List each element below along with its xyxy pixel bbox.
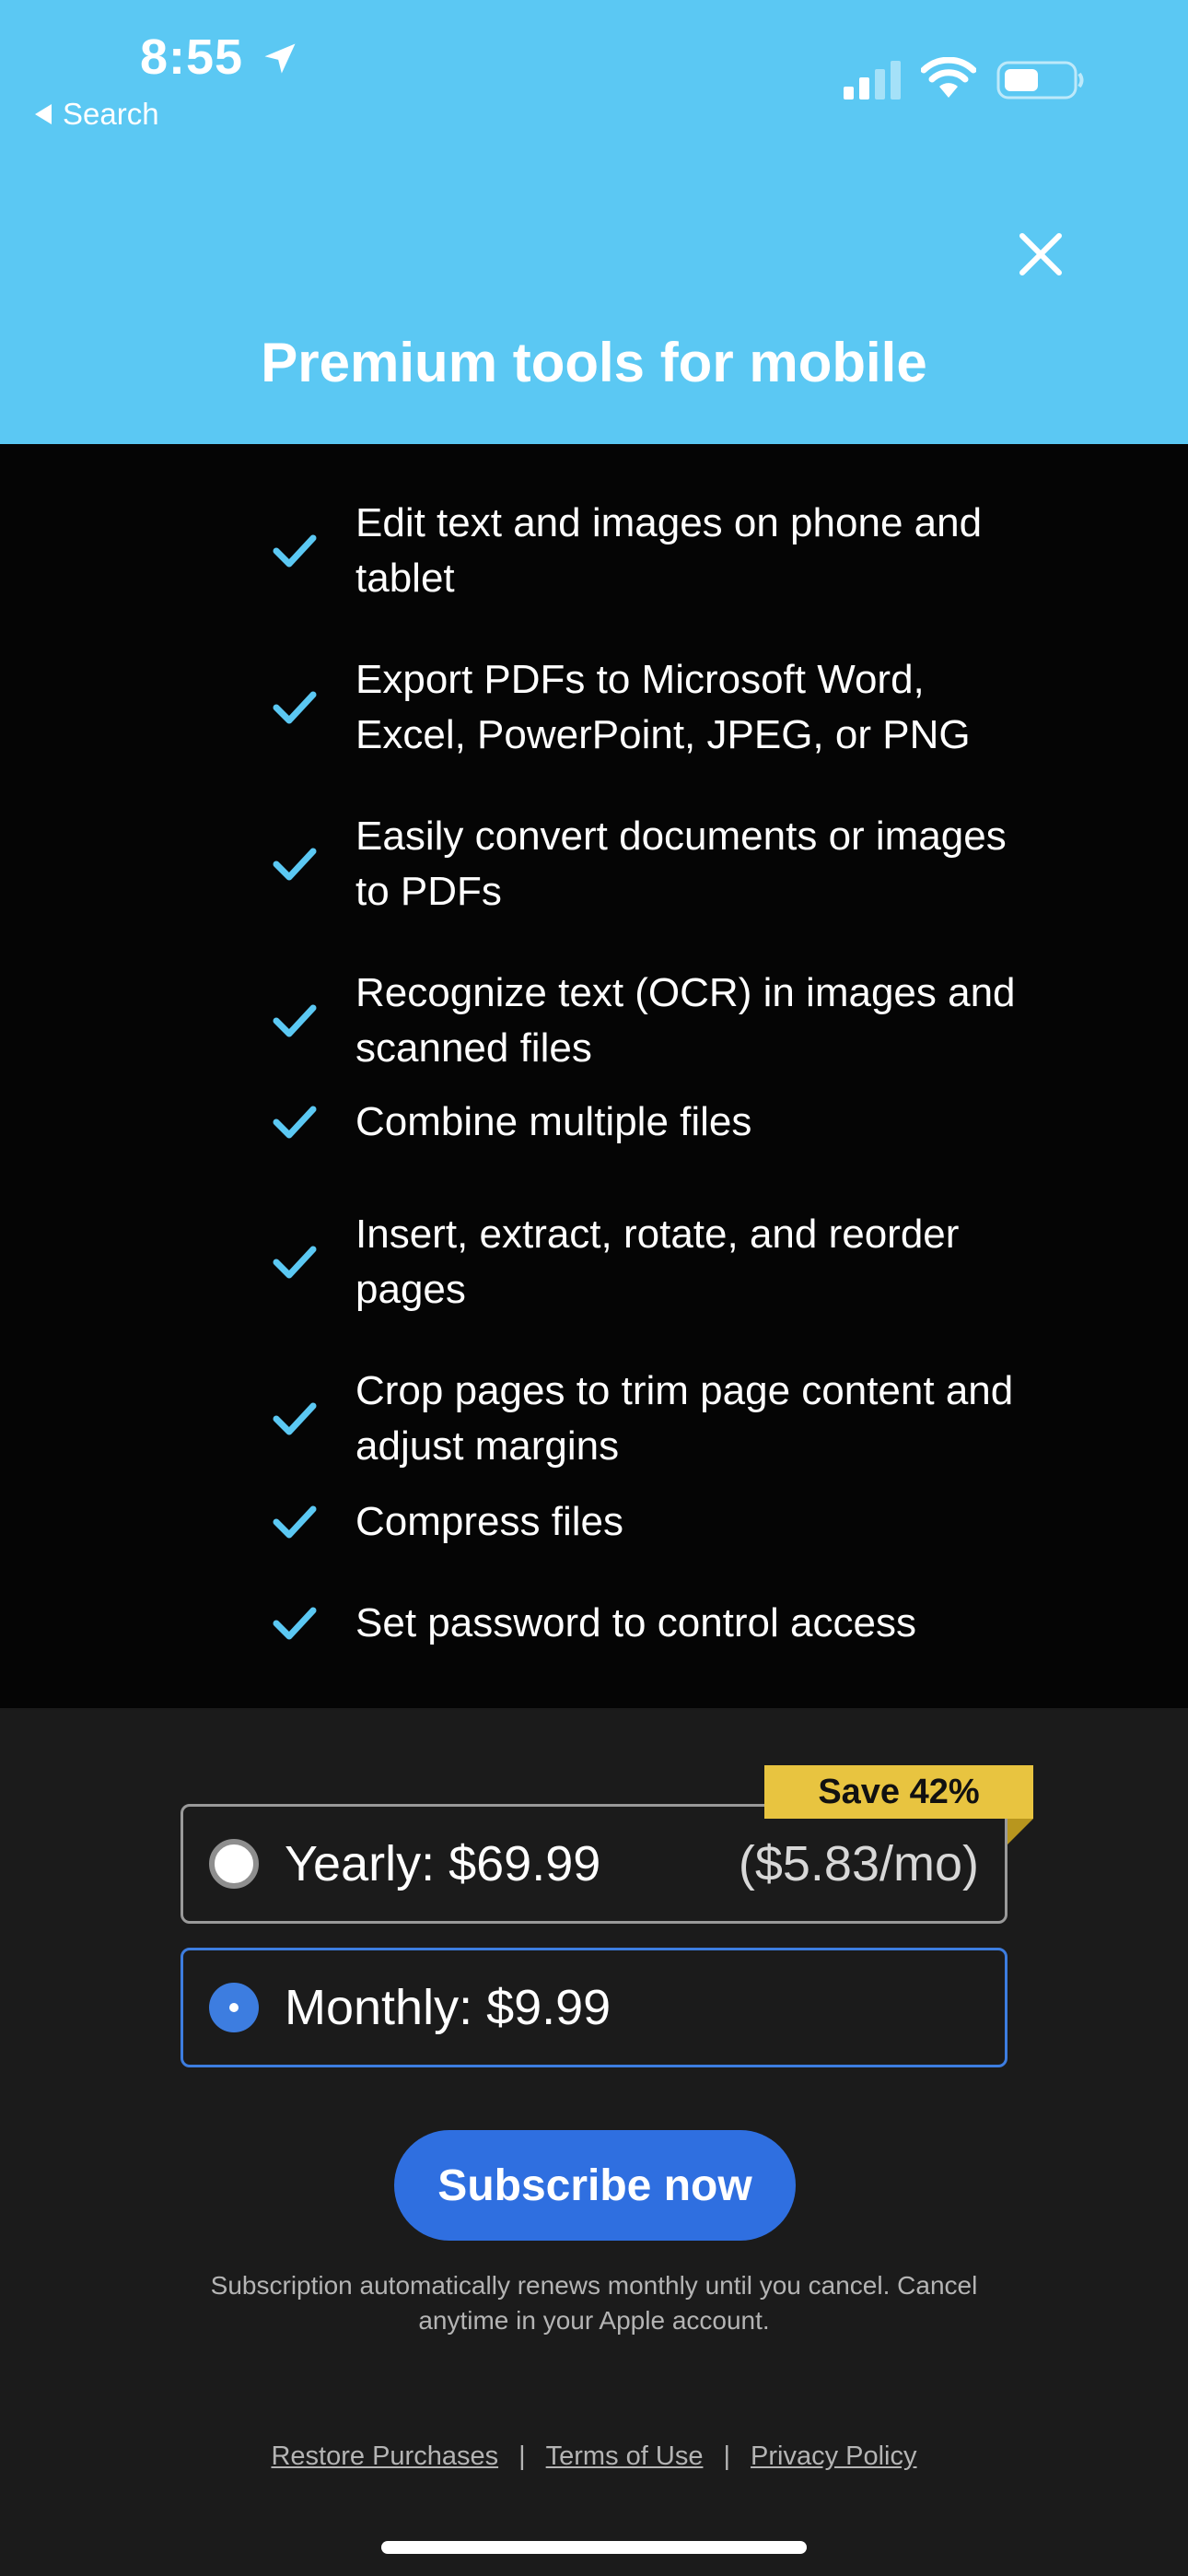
- feature-text: Crop pages to trim page content and adju…: [355, 1368, 1014, 1469]
- checkmark-icon: [273, 1004, 317, 1037]
- restore-purchases-link[interactable]: Restore Purchases: [271, 2441, 498, 2472]
- feature-item: Export PDFs to Microsoft Word, Excel, Po…: [273, 652, 1028, 763]
- feature-item: Easily convert documents or images to PD…: [273, 809, 1028, 919]
- feature-item: Compress files: [273, 1494, 1028, 1550]
- cellular-signal-icon: [844, 61, 901, 100]
- feature-item: Combine multiple files: [273, 1095, 1028, 1150]
- checkmark-icon: [273, 534, 317, 568]
- wifi-icon: [921, 57, 976, 98]
- monthly-plan-option[interactable]: Monthly: $9.99: [181, 1948, 1007, 2067]
- privacy-policy-link[interactable]: Privacy Policy: [751, 2441, 917, 2472]
- checkmark-icon: [273, 1246, 317, 1279]
- subscription-disclaimer: Subscription automatically renews monthl…: [210, 2271, 978, 2335]
- checkmark-icon: [273, 1402, 317, 1435]
- yearly-plan-label: Yearly: $69.99: [285, 1836, 601, 1891]
- checkmark-icon: [273, 1106, 317, 1139]
- feature-text: Compress files: [355, 1499, 623, 1544]
- back-label: Search: [63, 97, 159, 131]
- save-badge-fold: [1007, 1819, 1033, 1844]
- checkmark-icon: [273, 848, 317, 881]
- feature-text: Combine multiple files: [355, 1099, 752, 1144]
- terms-of-use-link[interactable]: Terms of Use: [546, 2441, 704, 2472]
- checkmark-icon: [273, 1607, 317, 1640]
- feature-text: Set password to control access: [355, 1600, 916, 1645]
- footer-links: Restore Purchases | Terms of Use | Priva…: [0, 2441, 1188, 2472]
- feature-text: Insert, extract, rotate, and reorder pag…: [355, 1212, 960, 1312]
- location-arrow-icon: [264, 43, 296, 74]
- feature-text: Edit text and images on phone and tablet: [355, 500, 983, 601]
- home-indicator[interactable]: [381, 2541, 807, 2554]
- save-badge: Save 42%: [764, 1765, 1033, 1819]
- features-list: Edit text and images on phone and tablet…: [0, 444, 1188, 1708]
- feature-text: Export PDFs to Microsoft Word, Excel, Po…: [355, 657, 971, 757]
- feature-item: Insert, extract, rotate, and reorder pag…: [273, 1207, 1028, 1317]
- footer-separator: |: [723, 2441, 731, 2471]
- subscribe-now-button[interactable]: Subscribe now: [394, 2130, 796, 2241]
- yearly-plan-option[interactable]: Yearly: $69.99 ($5.83/mo): [181, 1804, 1007, 1924]
- footer-separator: |: [518, 2441, 526, 2471]
- feature-text: Easily convert documents or images to PD…: [355, 814, 1007, 914]
- feature-item: Edit text and images on phone and tablet: [273, 496, 1028, 606]
- feature-item: Crop pages to trim page content and adju…: [273, 1364, 1028, 1474]
- back-to-search-link[interactable]: Search: [35, 96, 159, 133]
- yearly-radio[interactable]: [209, 1839, 259, 1889]
- battery-icon: [996, 61, 1084, 100]
- checkmark-icon: [273, 691, 317, 724]
- feature-item: Recognize text (OCR) in images and scann…: [273, 966, 1028, 1076]
- yearly-per-month-price: ($5.83/mo): [738, 1836, 979, 1891]
- page-title: Premium tools for mobile: [261, 332, 927, 393]
- monthly-radio[interactable]: [209, 1983, 259, 2032]
- feature-item: Set password to control access: [273, 1596, 1028, 1651]
- close-icon[interactable]: [1013, 227, 1068, 282]
- header: 8:55 Search Premium tools for mobile: [0, 0, 1188, 444]
- feature-text: Recognize text (OCR) in images and scann…: [355, 970, 1016, 1071]
- status-time: 8:55: [140, 29, 244, 85]
- back-triangle-icon: [35, 104, 52, 124]
- checkmark-icon: [273, 1505, 317, 1539]
- monthly-plan-label: Monthly: $9.99: [285, 1980, 611, 2035]
